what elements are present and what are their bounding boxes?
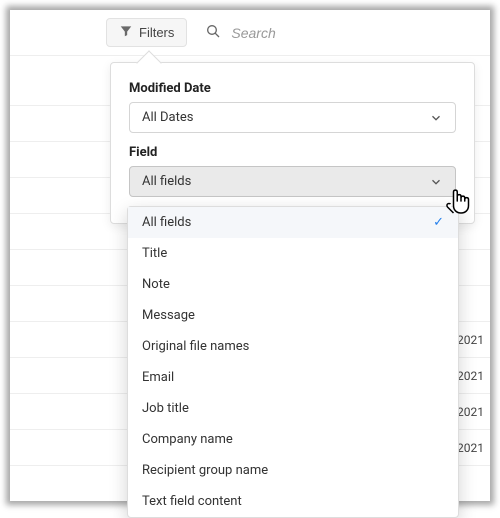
field-option-label: Text field content [142,494,242,509]
field-option[interactable]: Company name [128,424,458,455]
year-cell [481,225,484,239]
field-value: All fields [142,174,191,189]
modified-date-select[interactable]: All Dates [129,102,456,133]
field-option-label: Company name [142,432,233,447]
funnel-icon [119,24,133,41]
year-cell [481,81,484,95]
year-cell: 2021 [457,405,484,419]
filters-button-label: Filters [139,25,174,40]
modified-date-value: All Dates [142,110,194,125]
field-select[interactable]: All fields [129,166,456,197]
filters-popover: Modified Date All Dates Field All fields [110,62,475,224]
year-cell [481,297,484,311]
year-cell [481,189,484,203]
search-field[interactable] [197,19,476,47]
field-option[interactable]: Original file names [128,331,458,362]
field-option[interactable]: Title [128,238,458,269]
year-cell: 2021 [457,333,484,347]
field-option[interactable]: Job title [128,393,458,424]
field-label: Field [129,145,456,160]
chevron-down-icon [429,111,443,125]
field-option-label: Email [142,370,174,385]
field-option-label: Title [142,246,167,261]
field-option[interactable]: Recipient group name [128,455,458,486]
field-option-label: Original file names [142,339,249,354]
field-option-label: Note [142,277,170,292]
field-option-label: Recipient group name [142,463,268,478]
field-dropdown[interactable]: All fields ✓ Title Note Message Original file… [127,206,459,518]
filters-button[interactable]: Filters [106,18,187,47]
check-icon: ✓ [433,215,444,230]
field-option-label: All fields [142,215,191,230]
search-input[interactable] [229,24,468,42]
year-cell: 2021 [457,441,484,455]
year-cell [481,153,484,167]
field-option[interactable]: Message [128,300,458,331]
field-option[interactable]: All fields ✓ [128,207,458,238]
field-option[interactable]: Note [128,269,458,300]
field-option-label: Message [142,308,195,323]
year-cell [481,117,484,131]
search-icon [205,23,221,43]
toolbar: Filters [10,10,490,56]
year-cell: 2021 [457,369,484,383]
field-option[interactable]: Email [128,362,458,393]
modified-date-label: Modified Date [129,81,456,96]
field-option-label: Job title [142,401,189,416]
year-cell [481,261,484,275]
field-option[interactable]: Text field content [128,486,458,517]
chevron-down-icon [429,175,443,189]
